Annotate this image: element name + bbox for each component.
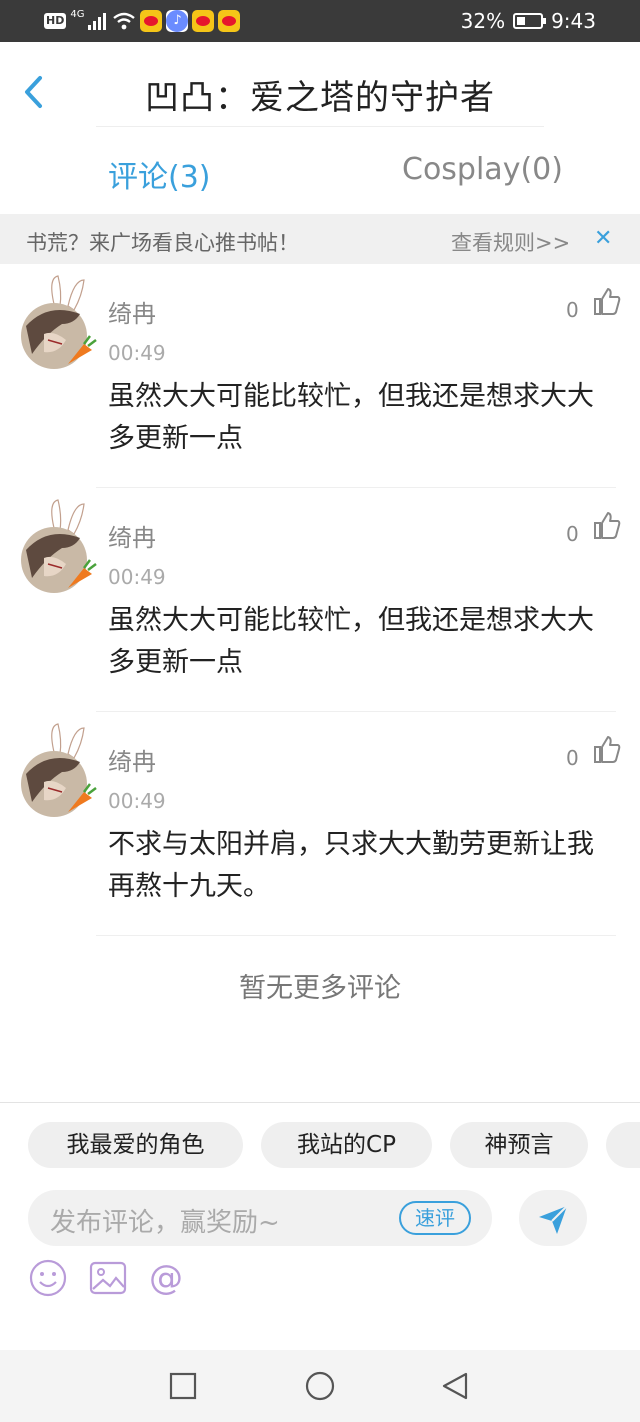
weibo-notification-icon	[140, 10, 163, 32]
notice-text[interactable]: 书荒？来广场看良心推书帖！	[26, 227, 299, 257]
tab-bar: 评论(3) Cosplay(0)	[0, 128, 640, 214]
music-notification-icon	[166, 10, 189, 32]
clock: 9:43	[551, 9, 596, 33]
comment-body: 不求与太阳并肩，只求大大勤劳更新让我再熬十九天。	[108, 829, 594, 902]
emoji-icon[interactable]	[28, 1258, 68, 1298]
recent-apps-icon[interactable]	[167, 1370, 199, 1402]
comment-item: 绮冉 00:49 0 不求与太阳并肩，只求大大勤劳更新让我再熬十九天。	[0, 712, 640, 936]
system-nav-bar	[0, 1350, 640, 1422]
hd-label: HD	[44, 13, 67, 29]
status-right: 32% 9:43	[461, 8, 596, 34]
quick-comment-button[interactable]: 速评	[399, 1201, 471, 1235]
comment-user[interactable]: 绮冉	[108, 518, 156, 553]
comment-input-placeholder: 发布评论，赢奖励~	[50, 1208, 280, 1238]
send-button[interactable]	[519, 1190, 587, 1246]
avatar[interactable]	[18, 498, 98, 598]
comment-time: 00:49	[108, 565, 166, 589]
like-count: 0	[566, 746, 579, 770]
divider	[96, 126, 544, 127]
comment-time: 00:49	[108, 789, 166, 813]
status-left: HD 4G	[44, 9, 241, 33]
avatar[interactable]	[18, 274, 98, 374]
divider	[96, 935, 616, 936]
page-title: 凹凸：爱之塔的守护者	[145, 78, 495, 118]
comment-user[interactable]: 绮冉	[108, 742, 156, 777]
like-count: 0	[566, 298, 579, 322]
comment-composer: 我最爱的角色 我站的CP 神预言 发布评论，赢奖励~ 速评 @	[0, 1102, 640, 1350]
no-more-comments: 暂无更多评论	[239, 973, 401, 1004]
topic-chip[interactable]: 我最爱的角色	[28, 1122, 243, 1168]
close-icon[interactable]: ✕	[594, 226, 612, 251]
thumbs-up-icon[interactable]	[592, 734, 622, 764]
like-count: 0	[566, 522, 579, 546]
signal-icon	[88, 13, 107, 30]
comment-input[interactable]: 发布评论，赢奖励~ 速评	[28, 1190, 492, 1246]
comment-time: 00:49	[108, 341, 166, 365]
tab-cosplay[interactable]: Cosplay(0)	[402, 152, 563, 187]
weibo-notification-icon	[192, 10, 215, 32]
thumbs-up-icon[interactable]	[592, 286, 622, 316]
weibo-notification-icon	[218, 10, 241, 32]
battery-icon	[513, 13, 547, 29]
status-bar: HD 4G 32% 9:43	[0, 0, 640, 42]
image-icon[interactable]	[88, 1258, 128, 1298]
send-icon	[539, 1205, 568, 1234]
comment-item: 绮冉 00:49 0 虽然大大可能比较忙，但我还是想求大大多更新一点	[0, 488, 640, 712]
topic-chip[interactable]: 我站的CP	[261, 1122, 432, 1168]
view-rules-link[interactable]: 查看规则>>	[451, 227, 570, 257]
avatar[interactable]	[18, 722, 98, 822]
notice-bar: 书荒？来广场看良心推书帖！ 查看规则>> ✕	[0, 214, 640, 264]
wifi-icon	[113, 12, 136, 30]
comment-user[interactable]: 绮冉	[108, 294, 156, 329]
comment-body: 虽然大大可能比较忙，但我还是想求大大多更新一点	[108, 605, 594, 678]
thumbs-up-icon[interactable]	[592, 510, 622, 540]
comment-item: 绮冉 00:49 0 虽然大大可能比较忙，但我还是想求大大多更新一点	[0, 264, 640, 488]
topic-chip-partial[interactable]	[606, 1122, 640, 1168]
topic-chip[interactable]: 神预言	[450, 1122, 588, 1168]
network-type: 4G	[70, 9, 85, 20]
back-icon[interactable]	[440, 1370, 472, 1402]
tab-comments[interactable]: 评论(3)	[108, 152, 211, 196]
comment-body: 虽然大大可能比较忙，但我还是想求大大多更新一点	[108, 381, 594, 454]
home-icon[interactable]	[304, 1370, 336, 1402]
battery-percent: 32%	[460, 9, 506, 33]
mention-icon[interactable]: @	[146, 1258, 186, 1298]
title-bar: 凹凸：爱之塔的守护者	[0, 42, 640, 128]
